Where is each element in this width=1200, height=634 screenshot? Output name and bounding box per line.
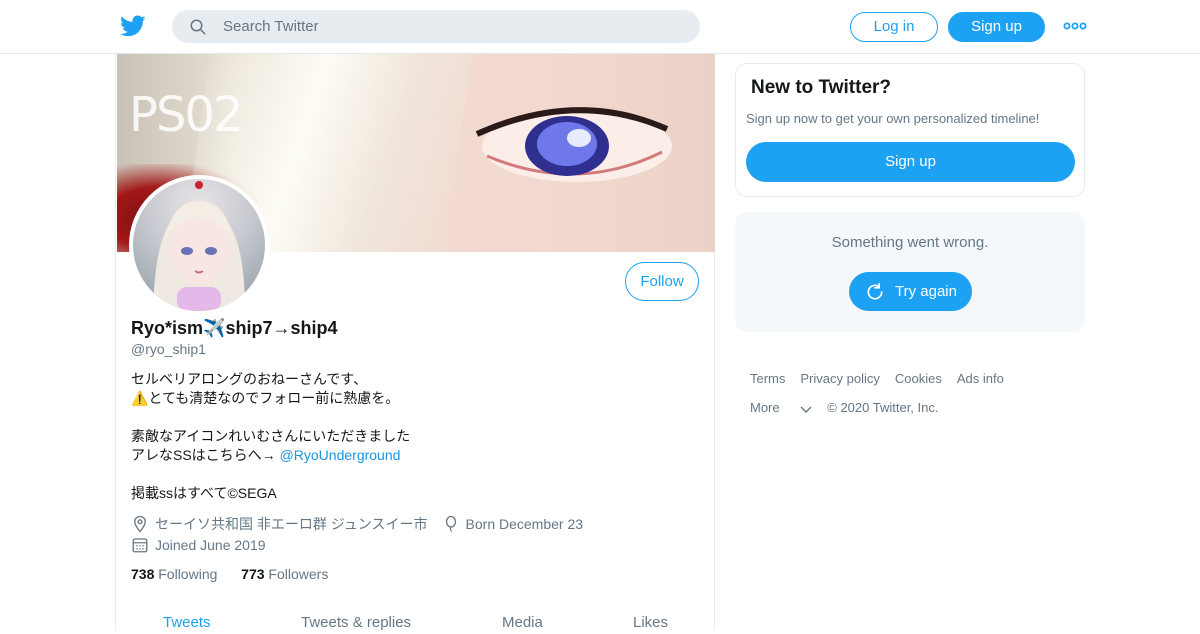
more-icon[interactable] <box>1063 20 1087 32</box>
footer-privacy-link[interactable]: Privacy policy <box>800 371 879 386</box>
banner-eye-image <box>475 107 672 182</box>
follow-button[interactable]: Follow <box>625 262 699 301</box>
footer-more-button[interactable]: More <box>750 400 812 415</box>
tab-tweets-replies[interactable]: Tweets & replies <box>301 614 411 631</box>
bio-line-with-link: アレなSSはこちらへ→ @RyoUnderground <box>131 446 410 465</box>
profile-column: PS02 Follow Ryo*ism✈️ship7→ship4 @ryo_sh… <box>115 54 715 631</box>
calendar-icon <box>132 537 148 552</box>
banner-logo-text: PS02 <box>129 87 243 143</box>
chevron-down-icon <box>800 406 812 413</box>
refresh-icon <box>867 282 883 300</box>
top-bar: Search Twitter Log in Sign up <box>0 0 1200 54</box>
bio-line: セルベリアロングのおねーさんです、 <box>131 371 368 387</box>
profile-stats: 738 Following 773 Followers <box>131 566 328 582</box>
new-to-twitter-subtitle: Sign up now to get your own personalized… <box>746 111 1040 126</box>
new-to-twitter-card: New to Twitter? Sign up now to get your … <box>735 63 1085 197</box>
search-icon <box>190 19 206 35</box>
footer-copyright: © 2020 Twitter, Inc. <box>827 400 939 415</box>
signup-button[interactable]: Sign up <box>948 12 1045 42</box>
twitter-bird-icon[interactable] <box>119 13 147 39</box>
bio-line: ⚠️とても清楚なのでフォロー前に熟慮を。 <box>131 390 400 406</box>
birthday-balloon-icon <box>445 515 456 532</box>
followers-count: 773 <box>241 566 265 582</box>
footer-terms-link[interactable]: Terms <box>750 371 785 386</box>
profile-handle[interactable]: @ryo_ship1 <box>131 341 206 357</box>
sidebar-signup-button[interactable]: Sign up <box>746 142 1075 182</box>
error-message: Something went wrong. <box>831 234 989 251</box>
following-count: 738 <box>131 566 155 582</box>
profile-name: Ryo*ism✈️ship7→ship4 <box>131 318 338 338</box>
profile-location: セーイソ共和国 非エーロ群 ジュンスイー市 <box>155 515 428 532</box>
avatar-image <box>153 181 245 311</box>
tab-likes[interactable]: Likes <box>633 614 668 631</box>
footer-ads-link[interactable]: Ads info <box>957 371 1004 386</box>
footer-cookies-link[interactable]: Cookies <box>895 371 942 386</box>
profile-meta: セーイソ共和国 非エーロ群 ジュンスイー市 Born December 23 J… <box>131 513 583 555</box>
location-icon <box>134 515 146 533</box>
tab-tweets[interactable]: Tweets <box>163 614 211 631</box>
following-label: Following <box>158 566 218 582</box>
footer-links: Terms Privacy policy Cookies Ads info Mo… <box>750 364 1019 422</box>
new-to-twitter-title: New to Twitter? <box>751 77 892 98</box>
avatar[interactable] <box>129 175 269 315</box>
followers-label: Followers <box>268 566 329 582</box>
search-bar[interactable]: Search Twitter <box>172 10 700 43</box>
try-again-button[interactable]: Try again <box>849 272 972 311</box>
bio-line: 掲載ssはすべて©SEGA <box>131 485 277 501</box>
bio-line: 素敵なアイコンれいむさんにいただきました <box>131 428 411 444</box>
error-card: Something went wrong. Try again <box>735 212 1085 332</box>
profile-tabs: Tweets Tweets & replies Media Likes <box>116 614 714 634</box>
login-button[interactable]: Log in <box>850 12 938 42</box>
profile-joined: Joined June 2019 <box>155 536 266 553</box>
search-input[interactable]: Search Twitter <box>223 18 319 35</box>
followers-link[interactable]: 773 Followers <box>241 566 328 582</box>
tab-media[interactable]: Media <box>502 614 543 631</box>
profile-bio: セルベリアロングのおねーさんです、 ⚠️とても清楚なのでフォロー前に熟慮を。 素… <box>131 370 410 503</box>
profile-birthday: Born December 23 <box>465 515 584 532</box>
try-again-label: Try again <box>895 283 957 300</box>
footer-more-label: More <box>750 400 780 415</box>
bio-text: アレなSSはこちらへ→ <box>131 447 280 463</box>
bio-mention-link[interactable]: @RyoUnderground <box>280 447 401 463</box>
following-link[interactable]: 738 Following <box>131 566 217 582</box>
